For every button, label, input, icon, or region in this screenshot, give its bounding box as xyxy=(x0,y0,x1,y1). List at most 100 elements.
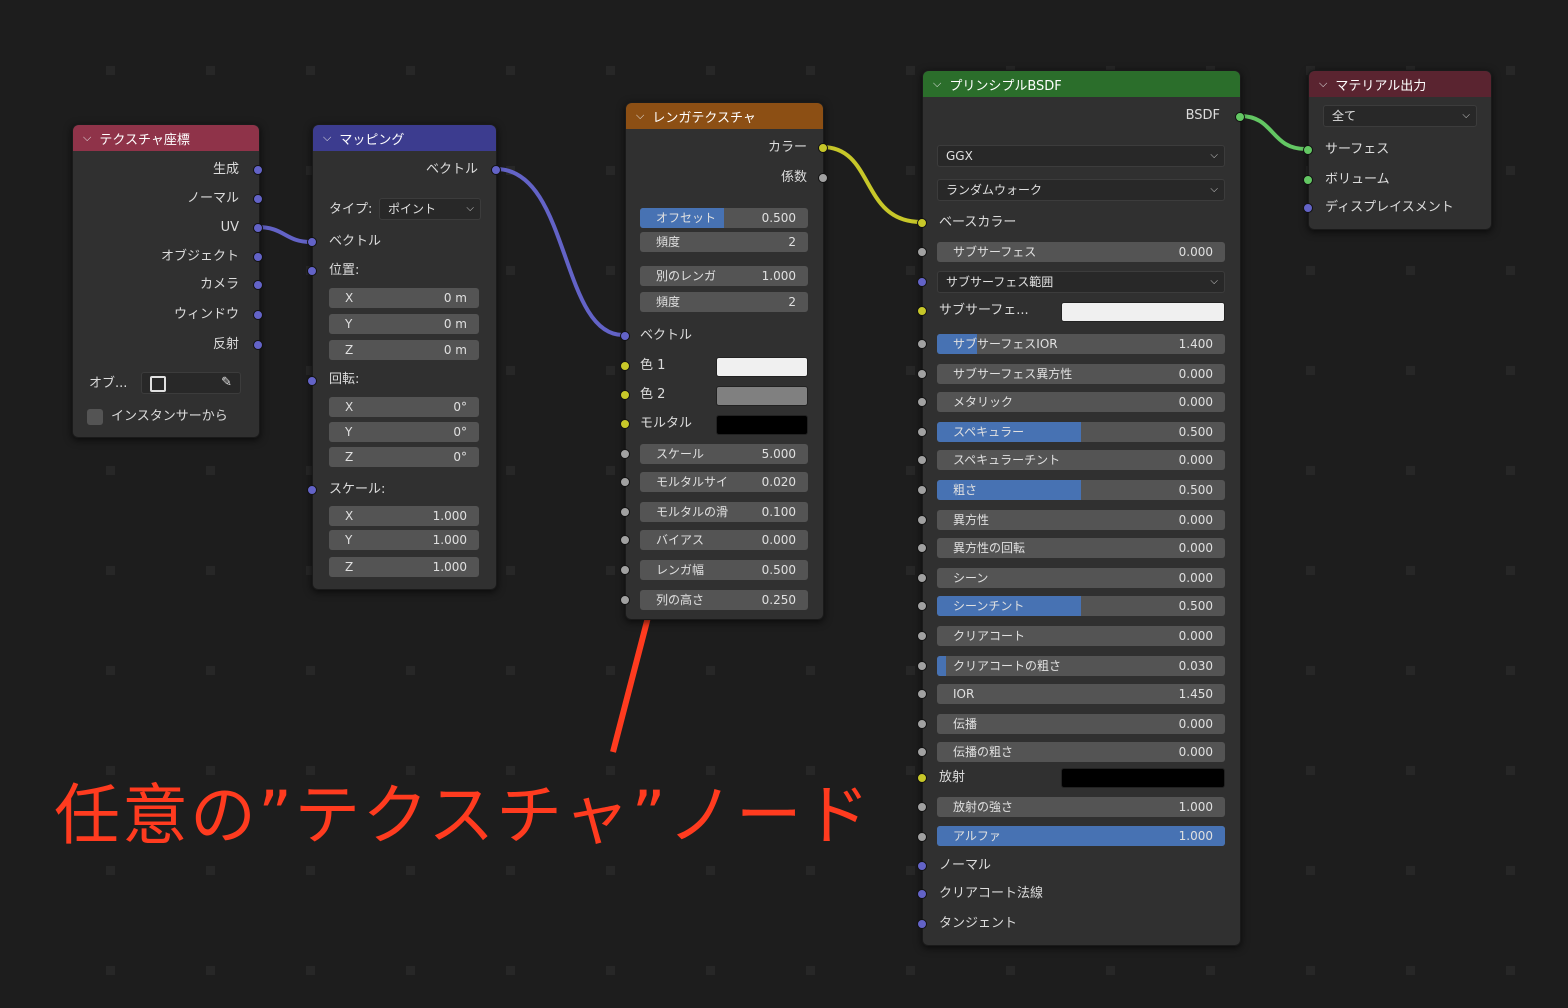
bsdf-slider-1[interactable]: サブサーフェス異方性 0.000 xyxy=(937,364,1225,384)
socket-scale[interactable] xyxy=(307,485,317,495)
mortar-smooth-field[interactable]: モルタルの滑 0.100 xyxy=(640,502,808,522)
collapse-chevron-icon[interactable]: ⌵ xyxy=(1319,77,1327,91)
socket-input[interactable] xyxy=(917,543,927,553)
bsdf-slider-9[interactable]: シーンチント 0.500 xyxy=(937,596,1225,616)
socket-surface[interactable] xyxy=(1303,145,1313,155)
socket-brick-width[interactable] xyxy=(620,565,630,575)
socket-input[interactable] xyxy=(917,369,927,379)
socket-object[interactable] xyxy=(253,252,263,262)
squash-field[interactable]: 別のレンガ 1.000 xyxy=(640,266,808,286)
socket-displacement[interactable] xyxy=(1303,203,1313,213)
socket-input[interactable] xyxy=(917,573,927,583)
collapse-chevron-icon[interactable]: ⌵ xyxy=(323,131,331,145)
bsdf-slider-13[interactable]: 伝播 0.000 xyxy=(937,714,1225,734)
socket-emission[interactable] xyxy=(917,773,927,783)
object-picker[interactable]: ✎ xyxy=(141,372,241,394)
socket-input[interactable] xyxy=(917,515,927,525)
socket-tangent[interactable] xyxy=(917,919,927,929)
subsurface-radius-dropdown[interactable]: サブサーフェス範囲 ⌵ xyxy=(937,271,1225,293)
location-x-field[interactable]: X0 m xyxy=(329,288,479,308)
socket-input[interactable] xyxy=(917,485,927,495)
bsdf-slider-11[interactable]: クリアコートの粗さ 0.030 xyxy=(937,656,1225,676)
offset-slider[interactable]: オフセット 0.500 xyxy=(640,208,808,228)
squash-frequency-field[interactable]: 頻度 2 xyxy=(640,292,808,312)
mortar-swatch[interactable] xyxy=(716,415,808,435)
socket-input[interactable] xyxy=(917,689,927,699)
socket-vector-out[interactable] xyxy=(491,165,501,175)
socket-fac-out[interactable] xyxy=(818,173,828,183)
principled-bsdf-node[interactable]: ⌵ プリンシプルBSDF BSDF GGX ⌵ ランダムウォーク ⌵ ベースカラ… xyxy=(917,70,1245,946)
socket-input[interactable] xyxy=(917,455,927,465)
bsdf-slider-4[interactable]: スペキュラーチント 0.000 xyxy=(937,450,1225,470)
collapse-chevron-icon[interactable]: ⌵ xyxy=(933,77,941,91)
socket-scale[interactable] xyxy=(620,449,630,459)
socket-mortar-size[interactable] xyxy=(620,477,630,487)
scale-field[interactable]: スケール 5.000 xyxy=(640,444,808,464)
socket-input[interactable] xyxy=(917,661,927,671)
eyedropper-icon[interactable]: ✎ xyxy=(221,373,232,393)
socket-normal[interactable] xyxy=(917,861,927,871)
socket-vector-in[interactable] xyxy=(307,237,317,247)
texture-coordinate-node[interactable]: ⌵ テクスチャ座標 生成 ノーマル UV オブジェクト カメラ ウィンドウ 反射… xyxy=(72,124,263,438)
subsurface-field[interactable]: サブサーフェス 0.000 xyxy=(937,242,1225,262)
distribution-dropdown[interactable]: GGX ⌵ xyxy=(937,145,1225,167)
rotation-z-field[interactable]: Z 0° xyxy=(329,447,479,467)
brick-texture-header[interactable]: ⌵ レンガテクスチャ xyxy=(626,103,823,129)
socket-alpha[interactable] xyxy=(917,832,927,842)
socket-input[interactable] xyxy=(917,397,927,407)
bsdf-slider-10[interactable]: クリアコート 0.000 xyxy=(937,626,1225,646)
socket-location[interactable] xyxy=(307,266,317,276)
color2-swatch[interactable] xyxy=(716,386,808,406)
bsdf-slider-6[interactable]: 異方性 0.000 xyxy=(937,510,1225,530)
socket-input[interactable] xyxy=(917,719,927,729)
socket-vector-in[interactable] xyxy=(620,331,630,341)
socket-emission-strength[interactable] xyxy=(917,802,927,812)
color1-swatch[interactable] xyxy=(716,357,808,377)
alpha-slider[interactable]: アルファ 1.000 xyxy=(937,826,1225,846)
socket-base-color[interactable] xyxy=(917,218,927,228)
mapping-header[interactable]: ⌵ マッピング xyxy=(313,125,496,151)
target-dropdown[interactable]: 全て ⌵ xyxy=(1323,105,1477,127)
collapse-chevron-icon[interactable]: ⌵ xyxy=(83,131,91,145)
bias-field[interactable]: バイアス 0.000 xyxy=(640,530,808,550)
socket-normal[interactable] xyxy=(253,194,263,204)
row-height-field[interactable]: 列の高さ 0.250 xyxy=(640,590,808,610)
socket-mortar-smooth[interactable] xyxy=(620,507,630,517)
texture-coordinate-header[interactable]: ⌵ テクスチャ座標 xyxy=(73,125,259,151)
socket-color-out[interactable] xyxy=(818,143,828,153)
socket-color2[interactable] xyxy=(620,390,630,400)
principled-bsdf-header[interactable]: ⌵ プリンシプルBSDF xyxy=(923,71,1240,97)
instancer-checkbox[interactable] xyxy=(87,409,103,425)
socket-subsurface-radius[interactable] xyxy=(917,277,927,287)
emission-strength-field[interactable]: 放射の強さ 1.000 xyxy=(937,797,1225,817)
scale-z-field[interactable]: Z 1.000 xyxy=(329,557,479,577)
scale-y-field[interactable]: Y 1.000 xyxy=(329,530,479,550)
brick-texture-node[interactable]: ⌵ レンガテクスチャ カラー 係数 オフセット 0.500 頻度 2 別のレンガ 1.… xyxy=(620,102,828,620)
type-dropdown[interactable]: ポイント ⌵ xyxy=(379,198,481,220)
material-output-node[interactable]: ⌵ マテリアル出力 全て ⌵ サーフェス ボリューム ディスプレイスメント xyxy=(1303,70,1492,230)
rotation-x-field[interactable]: X 0° xyxy=(329,397,479,417)
socket-bsdf-out[interactable] xyxy=(1235,112,1245,122)
socket-reflection[interactable] xyxy=(253,340,263,350)
mapping-node[interactable]: ⌵ マッピング ベクトル タイプ: ポイント ⌵ ベクトル 位置: X0 m Y… xyxy=(307,124,501,590)
collapse-chevron-icon[interactable]: ⌵ xyxy=(636,109,644,123)
socket-generated[interactable] xyxy=(253,165,263,175)
subsurface-method-dropdown[interactable]: ランダムウォーク ⌵ xyxy=(937,179,1225,201)
socket-window[interactable] xyxy=(253,310,263,320)
socket-uv[interactable] xyxy=(253,223,263,233)
location-y-field[interactable]: Y0 m xyxy=(329,314,479,334)
offset-frequency-field[interactable]: 頻度 2 xyxy=(640,232,808,252)
location-z-field[interactable]: Z0 m xyxy=(329,340,479,360)
subsurface-color-swatch[interactable] xyxy=(1061,302,1225,322)
bsdf-slider-2[interactable]: メタリック 0.000 xyxy=(937,392,1225,412)
socket-clearcoat-normal[interactable] xyxy=(917,889,927,899)
bsdf-slider-3[interactable]: スペキュラー 0.500 xyxy=(937,422,1225,442)
bsdf-slider-7[interactable]: 異方性の回転 0.000 xyxy=(937,538,1225,558)
socket-camera[interactable] xyxy=(253,280,263,290)
bsdf-slider-12[interactable]: IOR 1.450 xyxy=(937,684,1225,704)
socket-input[interactable] xyxy=(917,631,927,641)
bsdf-slider-14[interactable]: 伝播の粗さ 0.000 xyxy=(937,742,1225,762)
bsdf-slider-8[interactable]: シーン 0.000 xyxy=(937,568,1225,588)
socket-rotation[interactable] xyxy=(307,376,317,386)
socket-mortar[interactable] xyxy=(620,419,630,429)
